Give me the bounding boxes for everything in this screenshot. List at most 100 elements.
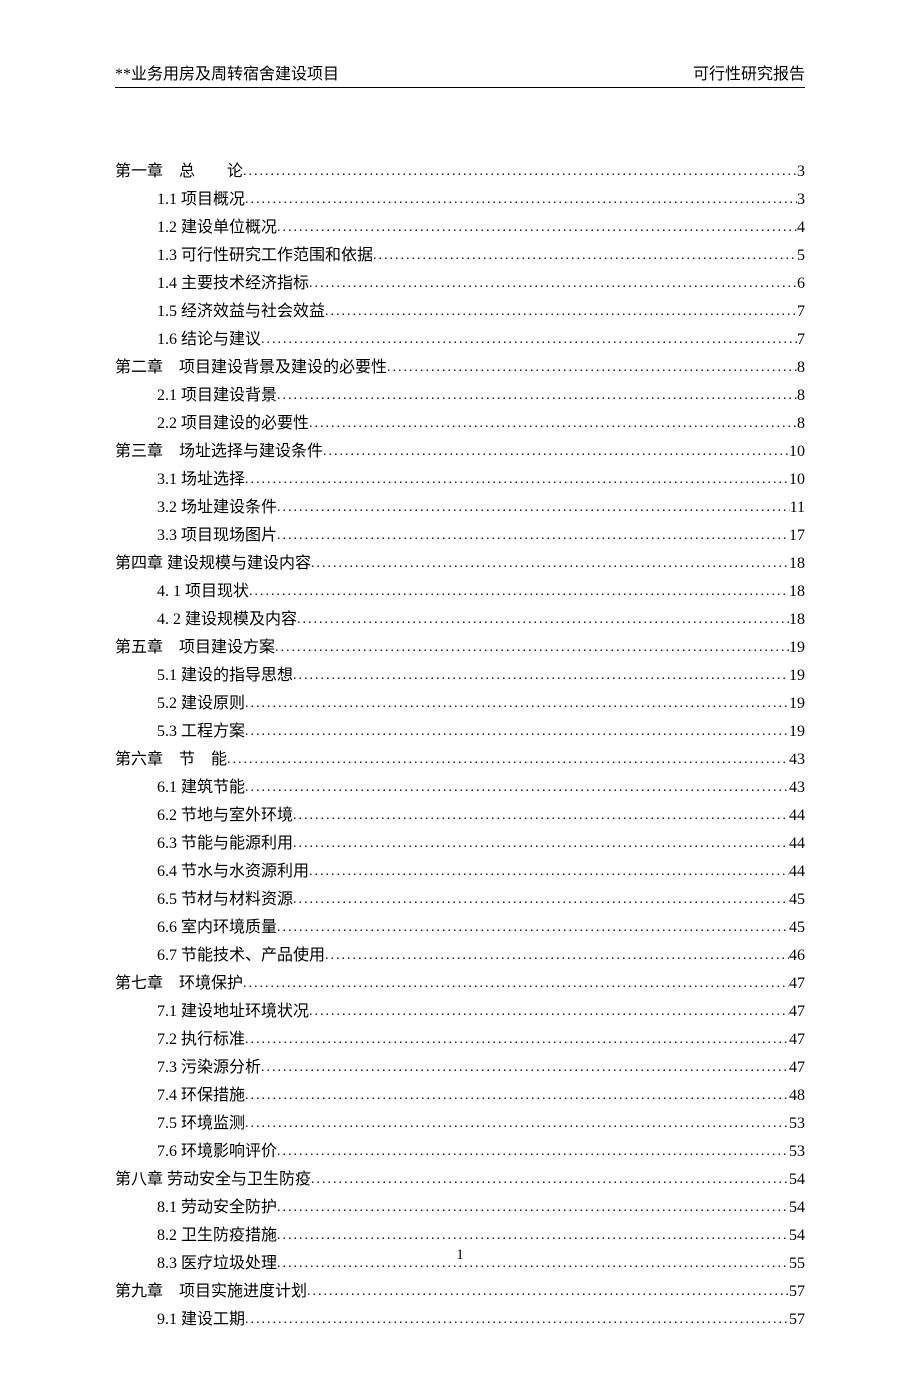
toc-page-number: 47 <box>789 998 805 1026</box>
toc-title: 1.2 建设单位概况 <box>157 214 277 242</box>
toc-title: 3.1 场址选择 <box>157 466 245 494</box>
page-header: **业务用房及周转宿舍建设项目 可行性研究报告 <box>115 60 805 88</box>
toc-entry: 第五章 项目建设方案19 <box>115 634 805 662</box>
table-of-contents: 第一章 总 论31.1 项目概况31.2 建设单位概况41.3 可行性研究工作范… <box>115 158 805 1334</box>
toc-leader <box>243 160 797 185</box>
toc-page-number: 17 <box>789 522 805 550</box>
toc-entry: 第六章 节 能 43 <box>115 746 805 774</box>
toc-title: 3.2 场址建设条件 <box>157 494 277 522</box>
toc-entry: 8.1 劳动安全防护54 <box>115 1194 805 1222</box>
toc-leader <box>277 216 797 241</box>
toc-page-number: 19 <box>789 690 805 718</box>
toc-entry: 6.1 建筑节能43 <box>115 774 805 802</box>
toc-title: 第五章 项目建设方案 <box>115 634 275 662</box>
toc-leader <box>277 1140 789 1165</box>
toc-page-number: 47 <box>789 1054 805 1082</box>
document-page: **业务用房及周转宿舍建设项目 可行性研究报告 第一章 总 论31.1 项目概况… <box>0 0 920 1374</box>
toc-page-number: 47 <box>789 970 805 998</box>
toc-entry: 6.5 节材与材料资源45 <box>115 886 805 914</box>
toc-entry: 7.6 环境影响评价 53 <box>115 1138 805 1166</box>
toc-leader <box>275 636 789 661</box>
toc-entry: 第二章 项目建设背景及建设的必要性8 <box>115 354 805 382</box>
toc-leader <box>245 720 789 745</box>
toc-title: 3.3 项目现场图片 <box>157 522 277 550</box>
toc-entry: 3.1 场址选择10 <box>115 466 805 494</box>
toc-entry: 第一章 总 论 3 <box>115 158 805 186</box>
toc-title: 8.2 卫生防疫措施 <box>157 1222 277 1250</box>
toc-leader <box>243 972 789 997</box>
toc-leader <box>245 1028 789 1053</box>
toc-leader <box>277 496 790 521</box>
toc-page-number: 53 <box>789 1110 805 1138</box>
toc-page-number: 8 <box>797 382 805 410</box>
header-left: **业务用房及周转宿舍建设项目 <box>115 60 339 84</box>
toc-leader <box>249 580 789 605</box>
toc-leader <box>245 692 789 717</box>
toc-leader <box>245 188 797 213</box>
toc-title: 7.6 环境影响评价 <box>157 1138 277 1166</box>
toc-page-number: 3 <box>797 186 805 214</box>
toc-title: 4. 1 项目现状 <box>157 578 249 606</box>
toc-leader <box>245 1084 789 1109</box>
toc-entry: 1.3 可行性研究工作范围和依据5 <box>115 242 805 270</box>
toc-page-number: 54 <box>789 1194 805 1222</box>
toc-title: 5.3 工程方案 <box>157 718 245 746</box>
toc-title: 6.1 建筑节能 <box>157 774 245 802</box>
toc-entry: 5.1 建设的指导思想19 <box>115 662 805 690</box>
toc-page-number: 44 <box>789 830 805 858</box>
toc-page-number: 45 <box>789 914 805 942</box>
toc-entry: 第七章 环境保护 47 <box>115 970 805 998</box>
toc-title: 6.3 节能与能源利用 <box>157 830 293 858</box>
toc-title: 7.2 执行标准 <box>157 1026 245 1054</box>
toc-title: 7.1 建设地址环境状况 <box>157 998 309 1026</box>
toc-leader <box>309 860 789 885</box>
toc-entry: 7.3 污染源分析 47 <box>115 1054 805 1082</box>
toc-title: 7.5 环境监测 <box>157 1110 245 1138</box>
toc-title: 7.3 污染源分析 <box>157 1054 261 1082</box>
toc-page-number: 48 <box>789 1082 805 1110</box>
toc-page-number: 10 <box>789 438 805 466</box>
toc-leader <box>293 664 789 689</box>
toc-page-number: 19 <box>789 662 805 690</box>
toc-entry: 7.5 环境监测 53 <box>115 1110 805 1138</box>
toc-page-number: 18 <box>789 578 805 606</box>
toc-title: 1.5 经济效益与社会效益 <box>157 298 325 326</box>
toc-page-number: 4 <box>797 214 805 242</box>
toc-page-number: 18 <box>789 606 805 634</box>
toc-title: 9.1 建设工期 <box>157 1306 245 1334</box>
toc-title: 4. 2 建设规模及内容 <box>157 606 297 634</box>
toc-page-number: 43 <box>789 746 805 774</box>
toc-entry: 6.3 节能与能源利用 44 <box>115 830 805 858</box>
toc-title: 第六章 节 能 <box>115 746 227 774</box>
toc-title: 5.2 建设原则 <box>157 690 245 718</box>
toc-entry: 1.1 项目概况 3 <box>115 186 805 214</box>
toc-title: 第七章 环境保护 <box>115 970 243 998</box>
toc-title: 1.1 项目概况 <box>157 186 245 214</box>
toc-entry: 1.2 建设单位概况 4 <box>115 214 805 242</box>
toc-page-number: 53 <box>789 1138 805 1166</box>
toc-entry: 5.2 建设原则 19 <box>115 690 805 718</box>
toc-entry: 第四章 建设规模与建设内容18 <box>115 550 805 578</box>
toc-page-number: 44 <box>789 858 805 886</box>
toc-leader <box>277 1196 789 1221</box>
toc-title: 6.7 节能技术、产品使用 <box>157 942 325 970</box>
toc-leader <box>277 384 797 409</box>
toc-leader <box>311 1168 789 1193</box>
toc-leader <box>245 468 789 493</box>
toc-entry: 3.3 项目现场图片 17 <box>115 522 805 550</box>
toc-title: 第三章 场址选择与建设条件 <box>115 438 323 466</box>
toc-page-number: 7 <box>797 326 805 354</box>
toc-title: 第一章 总 论 <box>115 158 243 186</box>
toc-leader <box>227 748 789 773</box>
page-number: 1 <box>0 1247 920 1264</box>
toc-page-number: 8 <box>797 354 805 382</box>
toc-page-number: 7 <box>797 298 805 326</box>
toc-entry: 3.2 场址建设条件 11 <box>115 494 805 522</box>
toc-entry: 4. 1 项目现状 18 <box>115 578 805 606</box>
toc-title: 1.3 可行性研究工作范围和依据 <box>157 242 373 270</box>
toc-leader <box>293 832 789 857</box>
toc-page-number: 3 <box>797 158 805 186</box>
toc-entry: 第三章 场址选择与建设条件 10 <box>115 438 805 466</box>
toc-page-number: 11 <box>790 494 805 522</box>
toc-leader <box>293 804 789 829</box>
